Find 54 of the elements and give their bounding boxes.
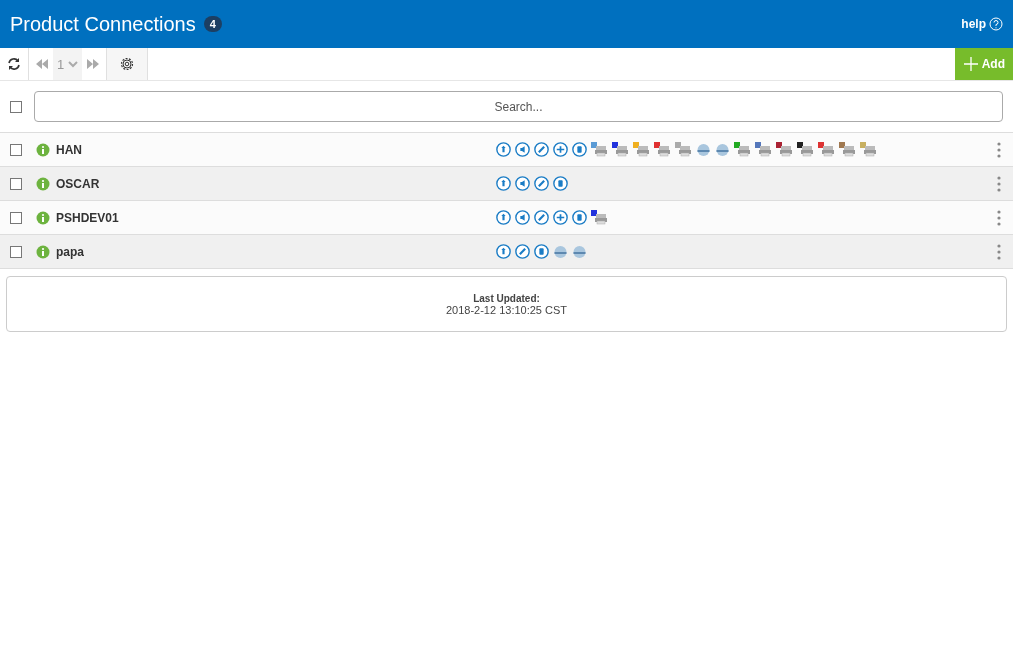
connector-icon[interactable]	[534, 176, 549, 191]
connector-icon[interactable]	[553, 210, 568, 225]
row-checkbox[interactable]	[10, 177, 22, 190]
last-updated-time: 2018-2-12 13:10:25 CST	[445, 303, 568, 316]
refresh-icon[interactable]	[6, 56, 22, 72]
search-field[interactable]: Search...	[34, 91, 1003, 122]
connection-name[interactable]: papa	[56, 244, 496, 259]
row-checkbox[interactable]	[10, 245, 22, 258]
drum-icon[interactable]	[572, 244, 587, 259]
connector-icon[interactable]	[534, 244, 549, 259]
drum-icon[interactable]	[715, 142, 730, 157]
help-link[interactable]: help	[961, 17, 1003, 31]
printer-icon[interactable]	[797, 142, 814, 157]
connector-icon[interactable]	[553, 142, 568, 157]
more-options-button[interactable]	[995, 209, 1003, 226]
info-icon[interactable]	[36, 142, 50, 157]
more-options-button[interactable]	[995, 243, 1003, 260]
connector-icon[interactable]	[496, 142, 511, 157]
help-icon[interactable]	[989, 17, 1003, 31]
info-icon[interactable]	[36, 176, 50, 191]
info-icon[interactable]	[36, 210, 50, 225]
select-all-checkbox[interactable]	[10, 100, 22, 113]
settings-button[interactable]	[107, 48, 149, 80]
connector-icon[interactable]	[534, 210, 549, 225]
last-updated-label: Last Updated:	[473, 292, 540, 304]
connector-icon[interactable]	[496, 210, 511, 225]
connection-name[interactable]: PSHDEV01	[56, 210, 496, 225]
row-checkbox[interactable]	[10, 143, 22, 156]
count-badge: 4	[203, 16, 222, 32]
connection-name[interactable]: HAN	[56, 142, 496, 157]
page-title: Product Connections	[10, 12, 196, 36]
printer-icon[interactable]	[776, 142, 793, 157]
connector-icon[interactable]	[534, 142, 549, 157]
drum-icon[interactable]	[553, 244, 568, 259]
connector-icon[interactable]	[515, 244, 530, 259]
more-options-button[interactable]	[995, 175, 1003, 192]
connector-icon[interactable]	[515, 210, 530, 225]
connector-icon[interactable]	[572, 142, 587, 157]
connector-icon[interactable]	[553, 176, 568, 191]
connection-name[interactable]: OSCAR	[56, 176, 496, 191]
more-options-button[interactable]	[995, 141, 1003, 158]
printer-icon[interactable]	[612, 142, 629, 157]
row-checkbox[interactable]	[10, 211, 22, 224]
connector-icon[interactable]	[572, 210, 587, 225]
last-page-button[interactable]	[86, 58, 101, 70]
connector-icon[interactable]	[515, 176, 530, 191]
connector-icon[interactable]	[496, 244, 511, 259]
connector-icon[interactable]	[496, 176, 511, 191]
drum-icon[interactable]	[696, 142, 711, 157]
info-icon[interactable]	[36, 244, 50, 259]
gear-icon[interactable]	[119, 56, 136, 72]
connector-icon[interactable]	[515, 142, 530, 157]
printer-icon[interactable]	[591, 210, 608, 225]
first-page-button[interactable]	[35, 58, 49, 70]
